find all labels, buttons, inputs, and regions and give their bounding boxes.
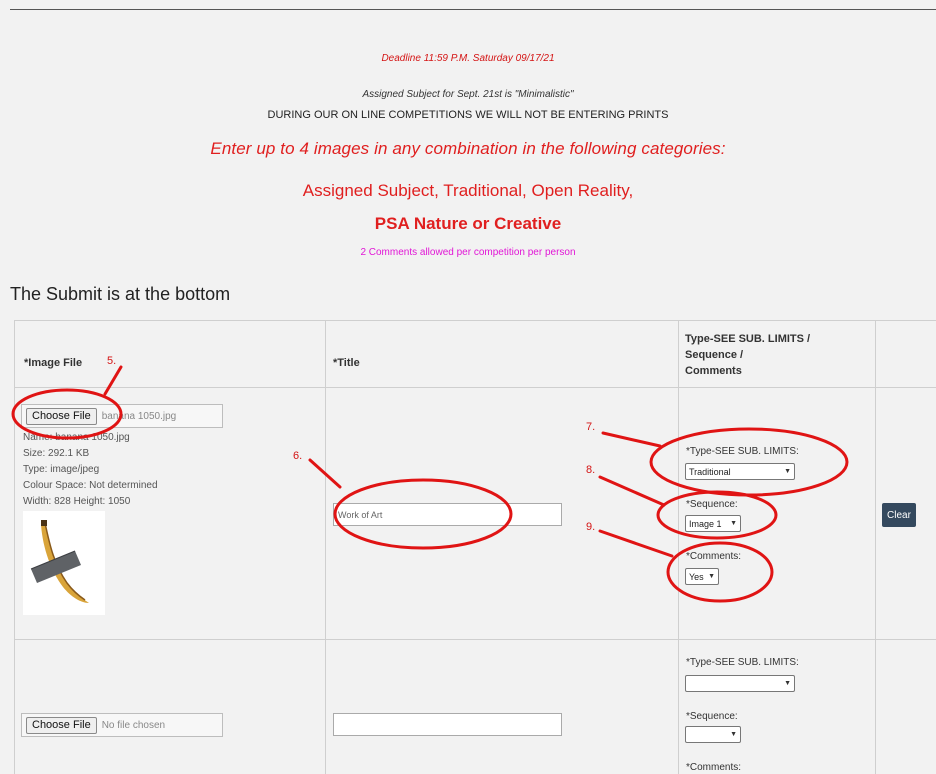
- annotation-label-8: 8.: [586, 464, 596, 476]
- annotation-label-9: 9.: [586, 521, 596, 533]
- annotation-ellipse-7: [649, 427, 849, 497]
- annotation-label-6: 6.: [293, 450, 303, 462]
- annotation-line-6: [308, 458, 342, 489]
- annotation-line-7: [601, 431, 662, 448]
- annotation-ellipse-5: [11, 388, 123, 440]
- annotation-overlay: [11, 365, 849, 603]
- annotation-ellipse-6: [333, 478, 513, 550]
- annotation-label-5: 5.: [107, 355, 117, 367]
- annotation-ellipse-8: [656, 490, 778, 540]
- annotation-line-9: [598, 529, 674, 558]
- annotation-ellipse-9: [666, 541, 774, 603]
- annotation-line-5: [103, 365, 123, 396]
- annotation-label-7: 7.: [586, 421, 596, 433]
- annotation-line-8: [598, 475, 666, 507]
